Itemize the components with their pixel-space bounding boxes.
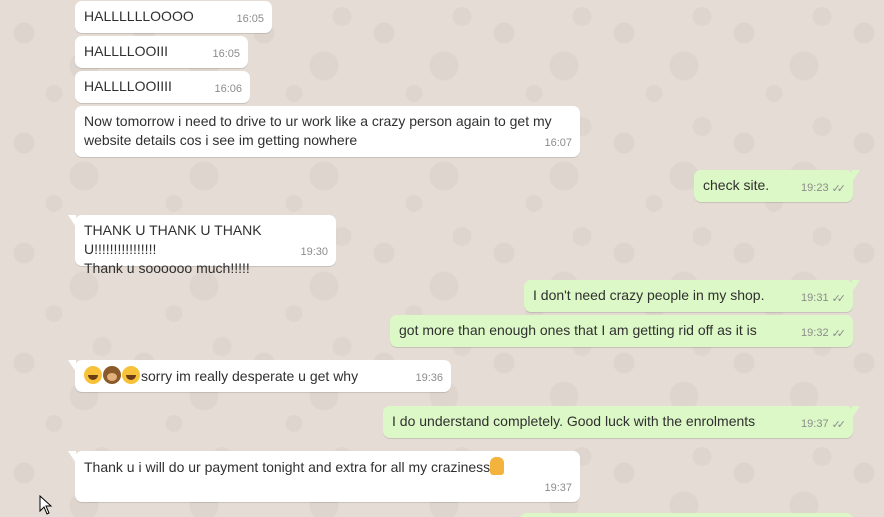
- message-incoming[interactable]: Now tomorrow i need to drive to ur work …: [75, 106, 580, 157]
- laugh-cry-emoji-icon: [84, 366, 102, 384]
- message-incoming[interactable]: Thank u i will do ur payment tonight and…: [68, 451, 580, 502]
- message-time: 19:23: [801, 182, 829, 194]
- message-meta: 16:06: [214, 80, 242, 99]
- message-outgoing[interactable]: I do understand completely. Good luck wi…: [383, 406, 860, 438]
- message-meta: 19:30: [300, 243, 328, 262]
- message-time: 16:06: [214, 83, 242, 95]
- message-text-body: sorry im really desperate u get why: [141, 368, 359, 384]
- double-check-icon: ✓✓: [831, 182, 847, 195]
- message-outgoing-partial[interactable]: [520, 513, 853, 517]
- message-text: Thank u i will do ur payment tonight and…: [84, 457, 571, 477]
- message-meta: 19:37 ✓✓: [801, 415, 847, 434]
- message-list[interactable]: HALLLLLLOOOO 16:05 HALLLLOOIII 16:05 HAL…: [0, 0, 884, 517]
- message-meta: 19:31 ✓✓: [801, 289, 847, 308]
- message-time: 19:32: [801, 327, 829, 339]
- message-meta: 19:36: [415, 369, 443, 388]
- message-meta: 19:32 ✓✓: [801, 324, 847, 343]
- message-text: sorry im really desperate u get why: [84, 366, 442, 386]
- see-no-evil-monkey-emoji-icon: [103, 366, 121, 384]
- message-time: 19:37: [544, 482, 572, 494]
- message-incoming[interactable]: HALLLLOOIII 16:05: [75, 36, 248, 68]
- message-meta: 19:23 ✓✓: [801, 179, 847, 198]
- message-meta: 16:07: [544, 134, 572, 153]
- message-time: 16:05: [236, 13, 264, 25]
- laugh-cry-emoji-icon: [122, 366, 140, 384]
- message-time: 19:37: [801, 418, 829, 430]
- message-time: 19:31: [801, 292, 829, 304]
- message-text: Now tomorrow i need to drive to ur work …: [84, 113, 556, 148]
- double-check-icon: ✓✓: [831, 418, 847, 431]
- message-incoming[interactable]: THANK U THANK U THANK U!!!!!!!!!!!!!!!! …: [68, 215, 336, 276]
- double-check-icon: ✓✓: [831, 292, 847, 305]
- message-meta: 16:05: [236, 10, 264, 29]
- message-time: 16:07: [544, 137, 572, 149]
- mouse-pointer-icon: [39, 495, 53, 515]
- message-text: THANK U THANK U THANK U!!!!!!!!!!!!!!!!: [84, 222, 266, 257]
- message-incoming[interactable]: HALLLLLLOOOO 16:05: [75, 1, 272, 33]
- message-incoming[interactable]: sorry im really desperate u get why 19:3…: [68, 360, 451, 392]
- message-text: I don't need crazy people in my shop.: [533, 287, 765, 303]
- message-meta: 19:37: [544, 479, 572, 498]
- message-incoming[interactable]: HALLLLOOIIII 16:06: [75, 71, 250, 103]
- message-text: I do understand completely. Good luck wi…: [392, 413, 756, 429]
- message-outgoing[interactable]: I don't need crazy people in my shop. 19…: [524, 280, 860, 312]
- message-text: got more than enough ones that I am gett…: [399, 322, 757, 338]
- message-outgoing[interactable]: got more than enough ones that I am gett…: [390, 315, 853, 347]
- message-outgoing[interactable]: check site. 19:23 ✓✓: [694, 170, 860, 202]
- message-time: 19:36: [415, 372, 443, 384]
- message-text-line2: Thank u soooooo much!!!!!: [84, 260, 250, 276]
- folded-hands-emoji-icon: [490, 457, 505, 475]
- message-time: 19:30: [300, 246, 328, 258]
- message-time: 16:05: [212, 48, 240, 60]
- message-text-body: Thank u i will do ur payment tonight and…: [84, 459, 491, 475]
- message-meta: 16:05: [212, 45, 240, 64]
- double-check-icon: ✓✓: [831, 327, 847, 340]
